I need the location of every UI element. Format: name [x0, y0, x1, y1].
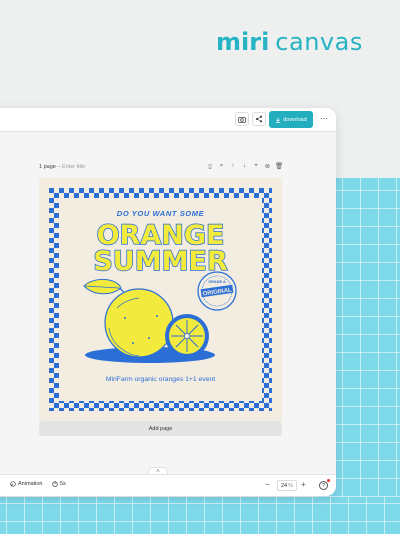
- zoom-value: 24: [280, 482, 288, 489]
- page-header: 1 page – Enter title: [39, 164, 85, 170]
- decorative-grid-bottom: [0, 497, 400, 534]
- page-title-input[interactable]: Enter title: [62, 164, 85, 170]
- logo-name: canvas: [275, 28, 363, 56]
- help-icon[interactable]: ?: [319, 481, 328, 490]
- paint-icon[interactable]: ⌕: [218, 162, 226, 170]
- animation-label: Animation: [18, 481, 43, 487]
- more-icon[interactable]: ⋯: [320, 114, 328, 123]
- poster-footer: MiriFarm organic oranges 1+1 event: [106, 376, 215, 383]
- add-page-button[interactable]: Add page: [39, 421, 282, 436]
- camera-icon[interactable]: [235, 112, 249, 126]
- zoom-in-button[interactable]: +: [301, 480, 306, 489]
- trash-icon[interactable]: 🗑: [275, 162, 283, 170]
- download-icon: [276, 117, 281, 123]
- page-tools: ▯ ⌕ ↑ ↓ + ⊚ 🗑: [206, 162, 283, 170]
- download-button[interactable]: download: [269, 111, 313, 128]
- copy-icon[interactable]: ▯: [206, 162, 214, 170]
- page-count: 1 page: [39, 164, 56, 170]
- animation-icon: [10, 481, 16, 487]
- bottom-toolbar: Animation 5s − 24 % + ?: [0, 474, 336, 496]
- add-icon[interactable]: +: [252, 162, 260, 170]
- logo-brand: miri: [216, 28, 270, 56]
- whole-orange: [104, 288, 174, 358]
- move-up-icon[interactable]: ↑: [229, 162, 237, 170]
- editor-window: download ⋯ 1 page – Enter title ▯ ⌕ ↑ ↓ …: [0, 108, 336, 496]
- zoom-out-button[interactable]: −: [265, 480, 270, 489]
- download-label: download: [283, 116, 307, 123]
- duplicate-icon[interactable]: ⊚: [264, 162, 272, 170]
- share-icon[interactable]: [252, 112, 266, 126]
- poster-tagline: DO YOU WANT SOME: [117, 209, 205, 218]
- animation-button[interactable]: Animation: [10, 481, 42, 487]
- top-toolbar: download ⋯: [0, 108, 336, 132]
- zoom-input[interactable]: 24 %: [277, 480, 297, 491]
- logo: miri canvas: [216, 28, 363, 56]
- duration-button[interactable]: 5s: [52, 481, 66, 487]
- design-canvas[interactable]: DO YOU WANT SOME ORANGE SUMMER GRADE A O…: [39, 178, 282, 421]
- page-title-separator: –: [57, 164, 61, 170]
- zoom-unit: %: [288, 482, 293, 489]
- duration-label: 5s: [60, 481, 66, 487]
- poster-headline-2: SUMMER: [93, 246, 228, 277]
- poster: DO YOU WANT SOME ORANGE SUMMER GRADE A O…: [39, 178, 282, 421]
- stamp-top-text: GRADE A: [208, 280, 226, 284]
- notification-dot: [327, 479, 330, 482]
- move-down-icon[interactable]: ↓: [241, 162, 249, 170]
- timer-icon: [52, 481, 58, 487]
